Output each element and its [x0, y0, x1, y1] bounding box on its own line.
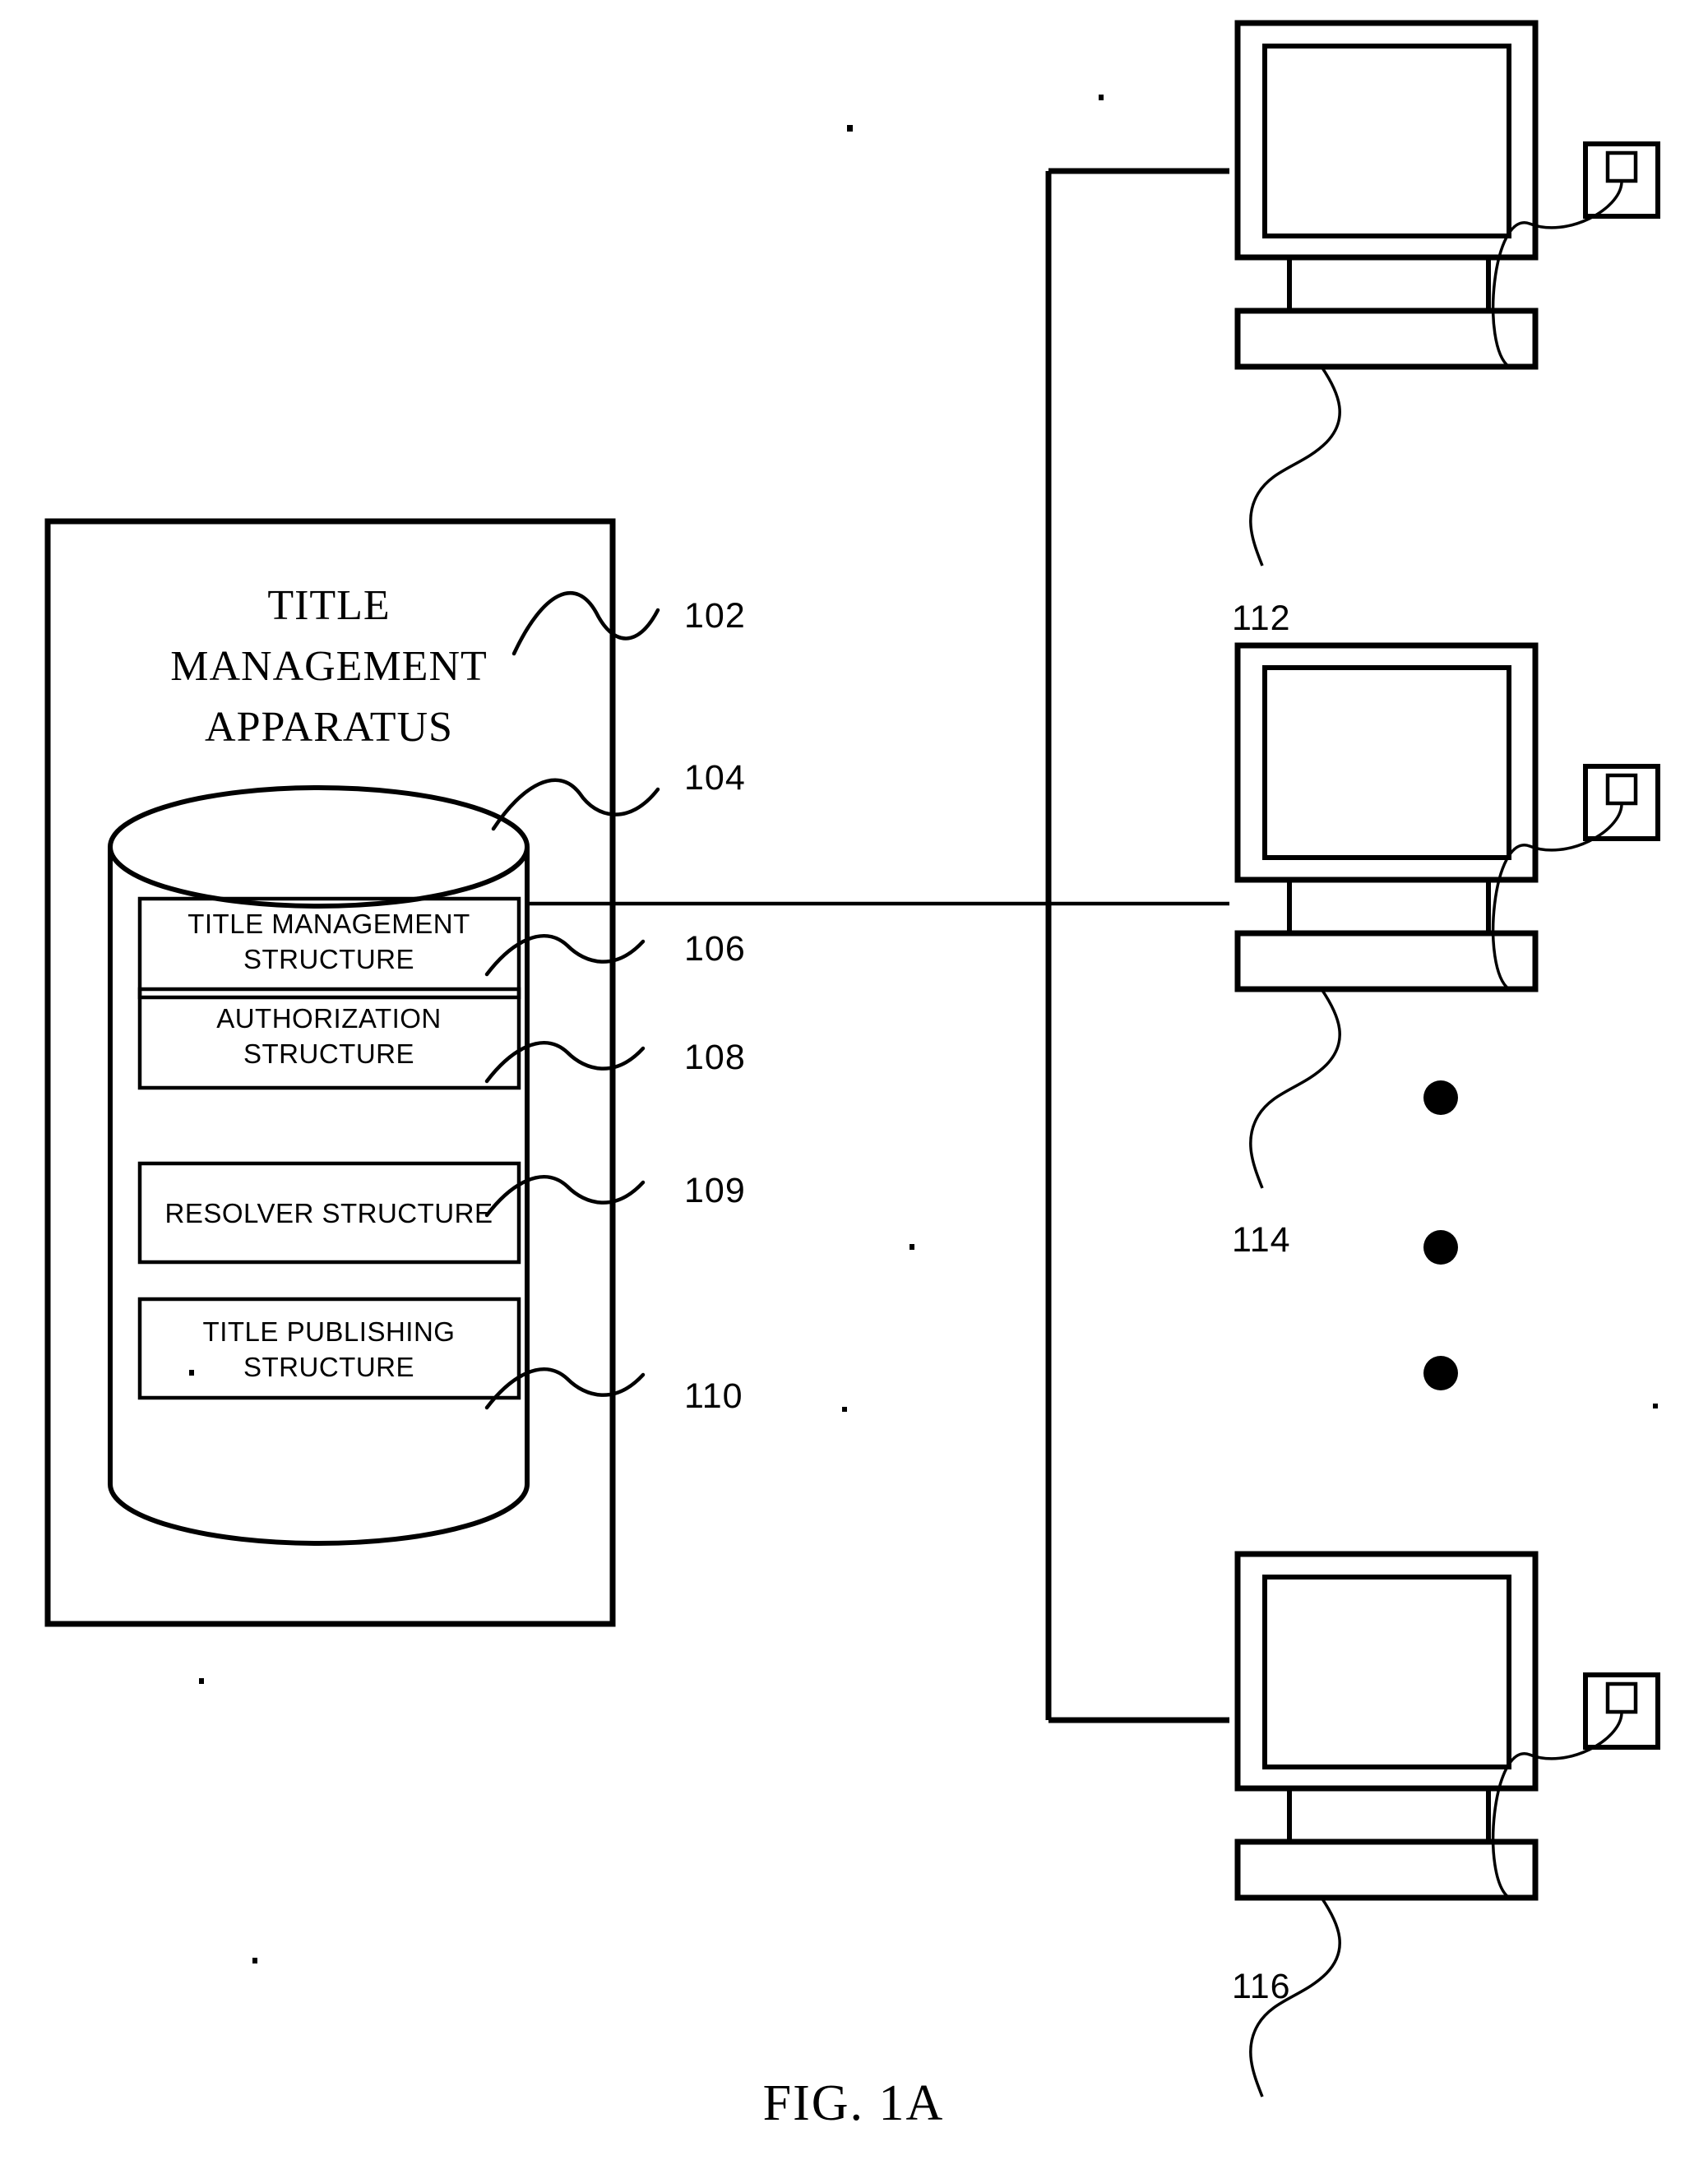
structure-box-resolver: RESOLVER STRUCTURE [137, 1161, 521, 1265]
monitor-bezel [1234, 1551, 1539, 1792]
leader-line-106 [484, 934, 646, 977]
leader-line-110 [484, 1367, 646, 1410]
structure-box-label-line-1: TITLE PUBLISHING [203, 1316, 456, 1347]
monitor-base [1234, 308, 1539, 370]
structure-box-label-line-1: TITLE MANAGEMENT [187, 909, 470, 939]
ellipsis-dot [1423, 1230, 1458, 1265]
mouse-cable [1491, 1713, 1623, 1899]
client-terminal-114: 114 [1232, 642, 1660, 1260]
monitor-screen [1262, 1575, 1511, 1769]
monitor-base [1234, 930, 1539, 992]
structure-box-rect [137, 1297, 521, 1400]
structure-box-label-line-2: STRUCTURE [243, 1038, 414, 1069]
reference-number-116: 116 [1232, 1967, 1291, 2006]
mouse-cable [1491, 182, 1623, 368]
mouse-button-icon [1605, 773, 1638, 806]
ellipsis-dot [1423, 1356, 1458, 1390]
terminal-cable [1249, 366, 1341, 567]
structure-box-label-line-2: STRUCTURE [243, 1352, 414, 1382]
cylinder-bottom-arc [108, 1483, 530, 1546]
mouse-button-icon [1605, 150, 1638, 183]
structure-box-title-management: TITLE MANAGEMENT STRUCTURE [137, 896, 521, 1000]
figure-canvas: TITLE MANAGEMENT APPARATUS TITLE MANAGEM [44, 20, 1660, 2131]
reference-number-112: 112 [1232, 599, 1291, 638]
reference-number-114: 114 [1232, 1220, 1291, 1260]
reference-number-110: 110 [684, 1376, 743, 1416]
patent-figure-1a: TITLE MANAGEMENT APPARATUS TITLE MANAGEM [0, 0, 1708, 2160]
reference-number-109: 109 [684, 1171, 746, 1210]
vertical-ellipsis [1423, 1080, 1458, 1390]
reference-number-106: 106 [684, 929, 746, 969]
reference-number-104: 104 [684, 758, 746, 798]
mouse-button-icon [1605, 1681, 1638, 1714]
leader-line-108 [484, 1041, 646, 1084]
structure-box-authorization: AUTHORIZATION STRUCTURE [137, 987, 521, 1090]
client-terminal-116: 116 [1232, 1551, 1660, 2098]
apparatus-title-line-2: MANAGEMENT [170, 643, 488, 690]
monitor-bezel [1234, 642, 1539, 883]
leader-line-102 [511, 590, 660, 656]
leader-line-109 [484, 1175, 646, 1218]
reference-number-102: 102 [684, 596, 746, 636]
figure-caption: FIG. 1A [763, 2075, 945, 2131]
apparatus-title-line-1: TITLE [267, 582, 390, 629]
structure-box-title-publishing: TITLE PUBLISHING STRUCTURE [137, 1297, 521, 1400]
structure-box-group: TITLE MANAGEMENT STRUCTURE AUTHORIZATION… [137, 896, 521, 1400]
structure-box-label-line-1: AUTHORIZATION [216, 1003, 442, 1034]
ellipsis-dot [1423, 1080, 1458, 1115]
reference-number-108: 108 [684, 1038, 746, 1077]
structure-box-label-line-2: STRUCTURE [243, 944, 414, 974]
client-terminal-112: 112 [1232, 20, 1660, 638]
monitor-screen [1262, 44, 1511, 238]
monitor-bezel [1234, 20, 1539, 261]
title-management-apparatus: TITLE MANAGEMENT APPARATUS TITLE MANAGEM [44, 518, 616, 1627]
mouse-cable [1491, 804, 1623, 991]
leader-line-104 [491, 778, 660, 831]
monitor-screen [1262, 665, 1511, 860]
monitor-base [1234, 1839, 1539, 1901]
structure-box-label-line-1: RESOLVER STRUCTURE [165, 1198, 493, 1228]
cylinder-top-ellipse [108, 785, 530, 909]
database-cylinder [108, 785, 530, 1546]
terminal-cable [1249, 988, 1341, 1189]
network-bus [527, 168, 1229, 1723]
apparatus-title-line-3: APPARATUS [205, 704, 453, 751]
